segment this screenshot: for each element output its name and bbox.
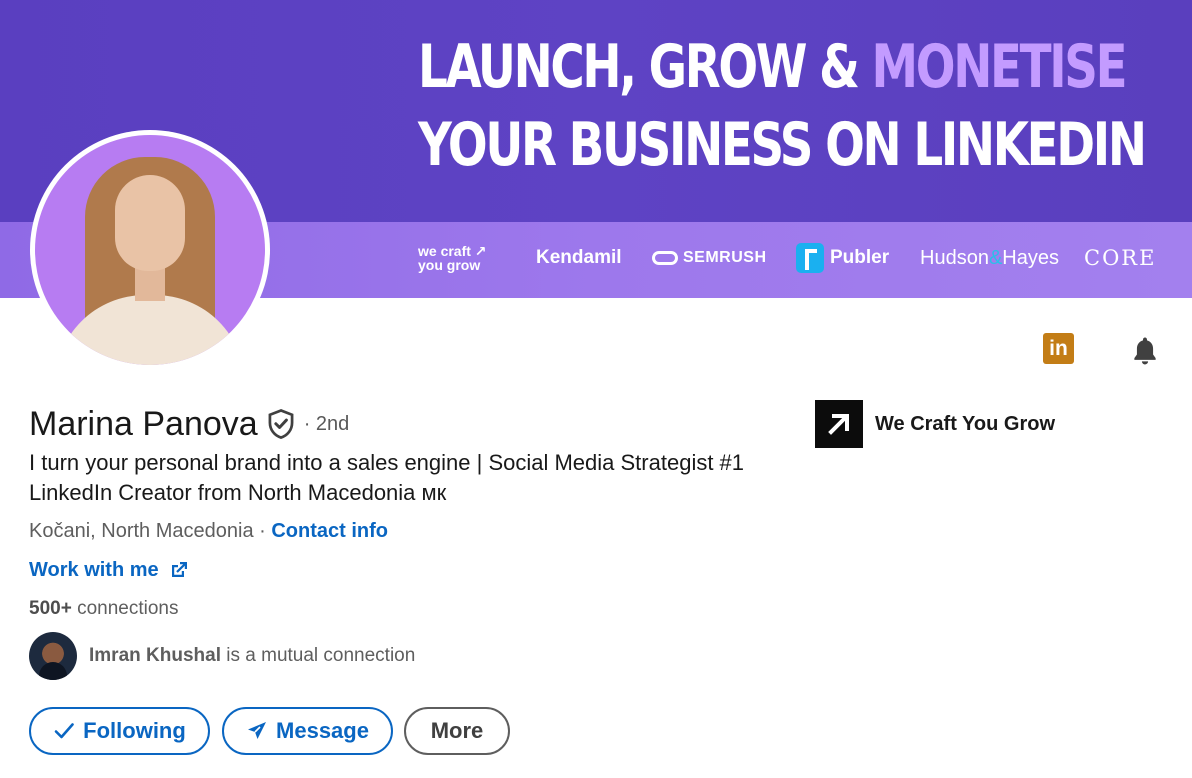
publer-logo: Publer [796, 238, 889, 278]
more-button-label: More [430, 718, 484, 743]
semrush-mark-icon [652, 251, 678, 265]
message-button-label: Message [276, 718, 369, 743]
hudson-hayes-logo: Hudson & Hayes [920, 238, 1059, 278]
hudson-text: Hudson [920, 246, 989, 269]
mutual-connection[interactable]: Imran Khushal is a mutual connection [29, 632, 415, 680]
company-logo [815, 400, 863, 448]
linkedin-icon[interactable]: in [1043, 333, 1074, 364]
following-button[interactable]: Following [29, 707, 210, 755]
wecraft-logo-line1: we craft ↗ [418, 243, 487, 259]
profile-photo[interactable] [30, 130, 270, 370]
send-icon [248, 722, 267, 739]
profile-name: Marina Panova [29, 405, 258, 443]
mutual-connection-name: Imran Khushal [89, 645, 221, 666]
wecraft-logo-line2: you grow [418, 257, 481, 273]
bell-icon[interactable] [1128, 334, 1162, 368]
contact-info-link[interactable]: Contact info [271, 520, 388, 542]
wecraftyougrow-logo: we craft ↗ you grow [418, 238, 498, 278]
profile-name-row: Marina Panova · 2nd [29, 402, 349, 446]
message-button[interactable]: Message [222, 707, 393, 755]
connection-degree: · 2nd [303, 412, 350, 435]
banner-headline-line1: LAUNCH, GROW & [418, 32, 872, 102]
profile-location: Kočani, North Macedonia · [29, 520, 266, 542]
check-icon [54, 723, 74, 739]
location-row: Kočani, North Macedonia · Contact info [29, 517, 388, 545]
mutual-connection-text: Imran Khushal is a mutual connection [89, 645, 415, 667]
shield-check-icon[interactable] [266, 408, 296, 440]
external-link-icon [171, 562, 187, 577]
avatar [35, 135, 265, 365]
publer-logo-text: Publer [830, 247, 890, 268]
publer-mark-icon [796, 243, 824, 273]
profile-headline: I turn your personal brand into a sales … [29, 450, 745, 505]
avatar [29, 632, 77, 680]
website-link-label: Work with me [29, 559, 159, 581]
banner-headline-accent: MONETISE [871, 32, 1128, 102]
banner-headline-line2: YOUR BUSINESS ON LINKEDIN [418, 110, 1147, 180]
connections-count[interactable]: 500+ connections [29, 595, 178, 623]
kendamil-logo: Kendamil [536, 247, 622, 268]
current-company[interactable]: We Craft You Grow [815, 400, 1055, 448]
company-name: We Craft You Grow [875, 412, 1056, 435]
semrush-logo: SEMRUSH [652, 238, 767, 278]
website-link[interactable]: Work with me [29, 556, 189, 584]
core-logo: CORE [1084, 246, 1157, 270]
more-button[interactable]: More [404, 707, 510, 755]
arrow-up-right-icon [828, 414, 849, 435]
connections-number: 500+ [29, 598, 72, 619]
hudson-amp: & [988, 246, 1003, 269]
connections-label: connections [77, 598, 179, 619]
semrush-logo-text: SEMRUSH [683, 249, 767, 266]
following-button-label: Following [83, 718, 186, 743]
hayes-text: Hayes [1002, 246, 1059, 269]
banner-headline: LAUNCH, GROW & MONETISE YOUR BUSINESS ON… [418, 28, 1147, 184]
mutual-connection-suffix: is a mutual connection [226, 645, 416, 666]
